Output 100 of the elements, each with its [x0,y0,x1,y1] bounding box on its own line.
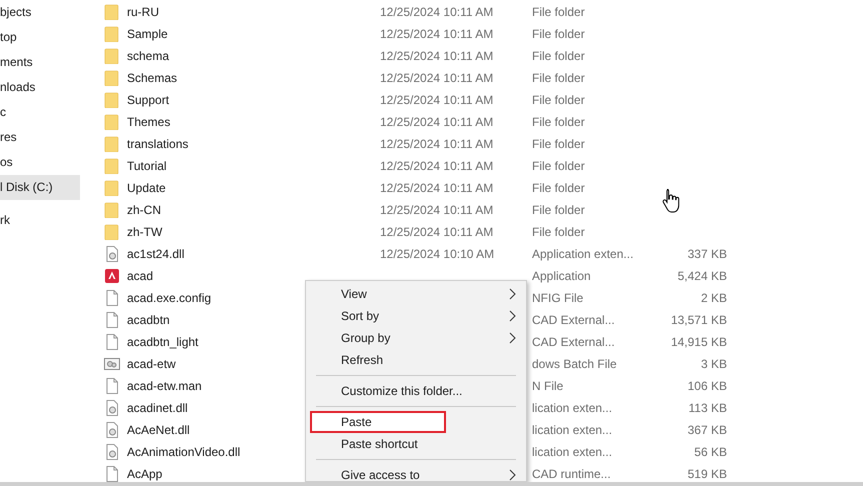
sidebar-item[interactable]: res [0,125,80,150]
file-type: NFIG File [532,291,584,305]
file-type: File folder [532,203,585,217]
file-name[interactable]: ac1st24.dll [127,247,184,261]
folder-icon [104,114,120,130]
file-type: N File [532,379,564,393]
chevron-right-icon [509,332,516,344]
document-icon [104,290,120,306]
file-name[interactable]: AcAeNet.dll [127,423,190,437]
menu-item[interactable]: View [306,283,526,305]
sidebar-item[interactable]: rk [0,208,80,233]
sidebar-item[interactable]: c [0,100,80,125]
file-size: 13,571 KB [670,313,727,327]
file-size: 519 KB [688,467,727,481]
modified-date: 12/25/2024 10:11 AM [380,27,494,41]
file-name[interactable]: acadinet.dll [127,401,188,415]
folder-icon [104,180,120,196]
folder-icon [104,26,120,42]
file-type: CAD runtime... [532,467,611,481]
file-name[interactable]: schema [127,49,170,63]
file-size: 14,915 KB [670,335,727,349]
file-name[interactable]: acadbtn_light [127,335,198,349]
folder-icon [104,224,120,240]
gear-document-icon [104,444,120,460]
gear-document-icon [104,246,120,262]
chevron-right-icon [509,310,516,322]
file-name[interactable]: Support [127,93,170,107]
modified-date: 12/25/2024 10:11 AM [380,49,494,63]
file-size: 106 KB [688,379,727,393]
folder-icon [104,136,120,152]
sidebar-item[interactable]: bjects [0,0,80,25]
modified-date: 12/25/2024 10:11 AM [380,93,494,107]
chevron-right-icon [509,469,516,481]
file-name[interactable]: acad.exe.config [127,291,212,305]
file-name[interactable]: Sample [127,27,168,41]
file-type: Application exten... [532,247,634,261]
modified-date: 12/25/2024 10:11 AM [380,71,494,85]
sidebar-item[interactable]: l Disk (C:) [0,175,80,200]
file-name[interactable]: acad-etw [127,357,176,371]
file-name[interactable]: zh-CN [127,203,162,217]
file-name[interactable]: Themes [127,115,170,129]
modified-date: 12/25/2024 10:11 AM [380,225,494,239]
file-type: lication exten... [532,401,612,415]
file-name[interactable]: zh-TW [127,225,162,239]
modified-date: 12/25/2024 10:11 AM [380,159,494,173]
sidebar-item[interactable]: os [0,150,80,175]
file-name[interactable]: translations [127,137,188,151]
file-type: CAD External... [532,335,615,349]
gear-document-icon [104,400,120,416]
file-size: 5,424 KB [678,269,727,283]
file-size: 3 KB [700,357,727,371]
file-name[interactable]: AcAnimationVideo.dll [127,445,240,459]
document-icon [104,378,120,394]
file-name[interactable]: AcApp [127,467,162,481]
file-type: File folder [532,181,585,195]
menu-item[interactable]: Sort by [306,305,526,327]
modified-date: 12/25/2024 10:11 AM [380,181,494,195]
modified-date: 12/25/2024 10:11 AM [380,5,494,19]
modified-date: 12/25/2024 10:11 AM [380,137,494,151]
menu-item[interactable]: Give access to [306,464,526,481]
file-type: lication exten... [532,445,612,459]
folder-icon [104,92,120,108]
hand-cursor-icon [662,188,680,214]
document-icon [104,312,120,328]
menu-item[interactable]: Paste shortcut [306,433,526,455]
file-name[interactable]: ru-RU [127,5,159,19]
folder-icon [104,48,120,64]
file-type: CAD External... [532,313,615,327]
file-name[interactable]: Tutorial [127,159,167,173]
menu-item[interactable]: Group by [306,327,526,349]
chevron-right-icon [509,288,516,300]
file-type: Application [532,269,591,283]
application-icon [104,268,120,284]
file-type: File folder [532,5,585,19]
menu-item[interactable]: Refresh [306,349,526,371]
menu-item[interactable]: Paste [310,411,446,433]
file-type: File folder [532,115,585,129]
sidebar-item[interactable]: top [0,25,80,50]
sidebar-item[interactable]: nloads [0,75,80,100]
file-type: lication exten... [532,423,612,437]
file-name[interactable]: acad-etw.man [127,379,202,393]
modified-date: 12/25/2024 10:11 AM [380,203,494,217]
folder-icon [104,158,120,174]
gear-window-icon [104,356,120,372]
file-size: 2 KB [700,291,727,305]
file-name[interactable]: acad [127,269,154,283]
file-name[interactable]: Update [127,181,166,195]
menu-item[interactable]: Customize this folder... [306,380,526,402]
folder-icon [104,70,120,86]
file-type: File folder [532,27,585,41]
file-size: 56 KB [694,445,727,459]
file-name[interactable]: Schemas [127,71,178,85]
sidebar-item[interactable]: ments [0,50,80,75]
document-icon [104,334,120,350]
file-size: 367 KB [688,423,727,437]
file-name[interactable]: acadbtn [127,313,170,327]
modified-date: 12/25/2024 10:11 AM [380,115,494,129]
file-type: dows Batch File [532,357,617,371]
file-size: 337 KB [688,247,727,261]
folder-icon [104,4,120,20]
